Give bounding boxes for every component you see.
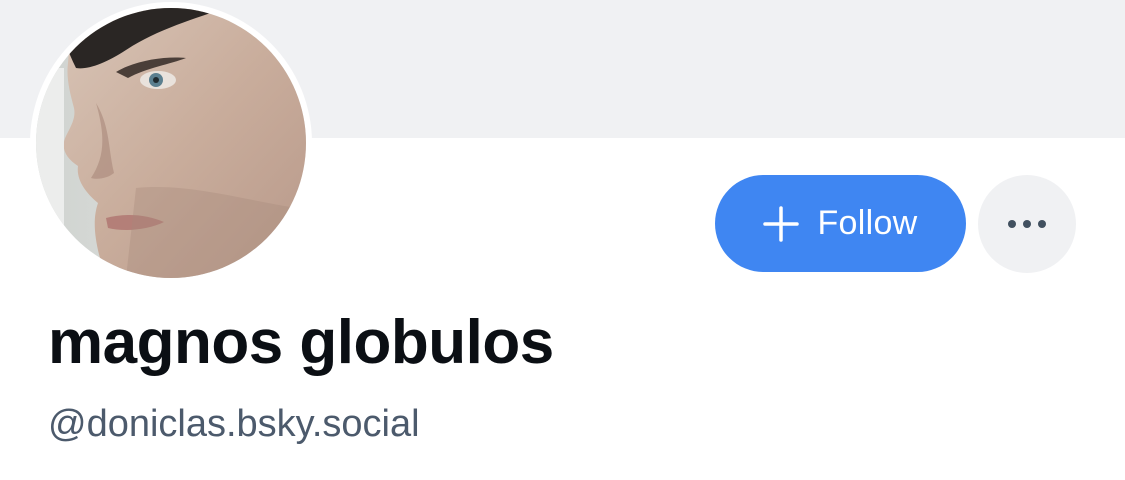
profile-header: Follow magnos globulos @doniclas.bsky.so…: [0, 0, 1125, 480]
plus-icon: [763, 205, 800, 242]
avatar-photo: [36, 8, 306, 278]
profile-handle: @doniclas.bsky.social: [48, 403, 420, 445]
more-options-button[interactable]: [978, 175, 1076, 273]
more-horizontal-icon: [1008, 220, 1046, 228]
follow-label: Follow: [817, 204, 918, 242]
display-name: magnos globulos: [48, 308, 554, 377]
follow-button[interactable]: Follow: [715, 175, 966, 272]
avatar[interactable]: [36, 8, 306, 278]
